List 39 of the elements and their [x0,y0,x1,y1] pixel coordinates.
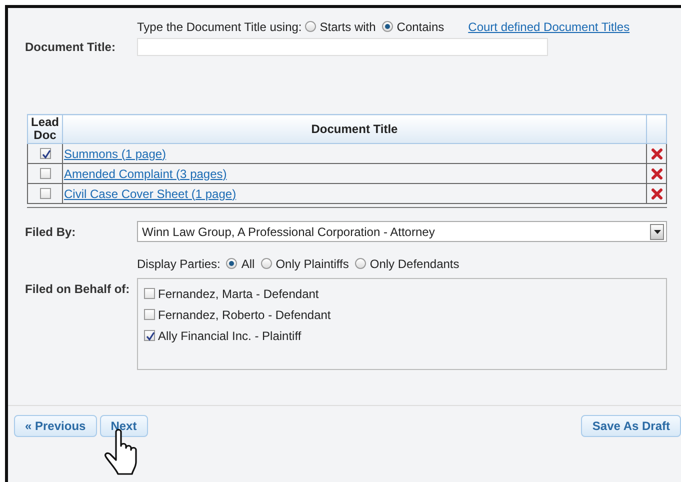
display-label: Display Parties: [137,256,220,273]
title-input[interactable] [137,38,548,56]
radio-button[interactable] [382,21,393,32]
next-button[interactable]: Next [100,415,148,437]
save-draft-button[interactable]: Save As Draft [581,415,681,437]
radio-label: Starts with [320,20,376,34]
radio-label: Contains [396,20,444,34]
radio-label: Only Plaintiffs [276,257,349,271]
dropdown-icon [650,224,664,240]
party-label: Fernandez, Marta - Defendant [158,286,319,302]
checkbox[interactable] [40,148,50,158]
checkbox[interactable] [144,309,155,320]
radio-button[interactable] [260,258,272,269]
checkbox[interactable] [144,288,155,299]
checkbox[interactable] [144,330,155,341]
radio-button[interactable] [226,258,238,269]
previous-button[interactable]: « Previous [14,415,97,437]
radio-label: All [241,257,255,271]
filed-by-select[interactable]: Winn Law Group, A Professional Corporation - Attorney [137,221,667,242]
column-header: Document Title [62,114,646,144]
field-label: Filed By: [25,224,77,240]
mode-label: Type the Document Title using: [137,19,302,36]
radio-button[interactable] [354,258,366,269]
delete-icon[interactable] [650,188,662,200]
delete-icon[interactable] [650,148,662,160]
party-label: Fernandez, Roberto - Defendant [158,306,331,324]
court-titles-link[interactable]: Court defined Document Titles [468,18,630,36]
checkbox[interactable] [40,168,50,178]
delete-icon[interactable] [650,168,662,180]
column-header: Lead Doc [28,114,62,144]
field-label: Document Title: [25,39,116,56]
checkbox[interactable] [40,188,50,198]
party-label: Ally Financial Inc. - Plaintiff [158,328,302,344]
radio-label: Only Defendants [370,257,460,271]
radio-button[interactable] [304,21,316,32]
select-value: Winn Law Group, A Professional Corporation - Attorney [142,224,435,240]
field-label: Filed on Behalf of: [25,281,131,298]
document-link[interactable]: Amended Complaint (3 pages) [64,166,227,180]
document-link[interactable]: Summons (1 page) [64,146,166,160]
